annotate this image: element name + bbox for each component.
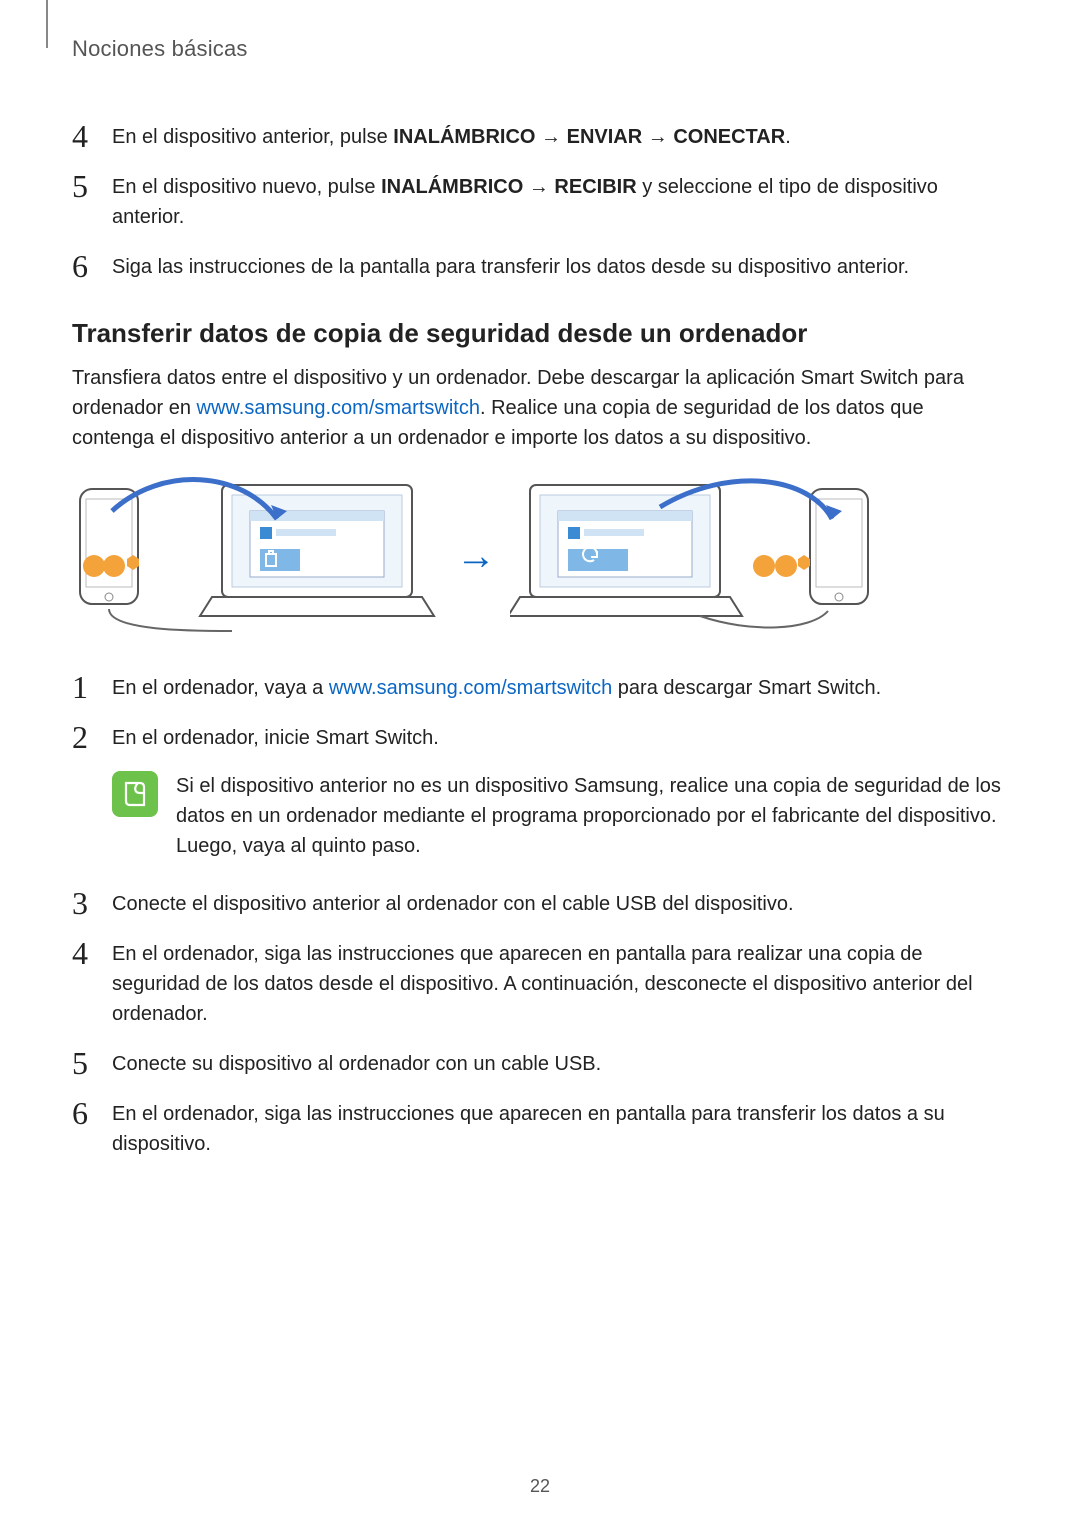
text: En el ordenador, vaya a [112, 677, 329, 699]
step-body: En el dispositivo anterior, pulse INALÁM… [112, 120, 1008, 152]
steps-bottom-2: 3 Conecte el dispositivo anterior al orde… [72, 887, 1008, 1159]
page-header: Nociones básicas [72, 36, 1008, 62]
step-number: 1 [72, 671, 106, 703]
step-item: 4En el ordenador, siga las instrucciones… [72, 937, 1008, 1029]
arrow-right-icon: → [456, 536, 496, 576]
text: . [785, 126, 791, 148]
note-text: Si el dispositivo anterior no es un disp… [176, 771, 1008, 861]
bold-text: CONECTAR [673, 126, 785, 148]
step-number: 3 [72, 887, 106, 919]
page-number: 22 [0, 1476, 1080, 1497]
bold-text: RECIBIR [554, 176, 636, 198]
step-body: En el ordenador, siga las instrucciones … [112, 937, 1008, 1029]
step-item: 6 Siga las instrucciones de la pantalla p… [72, 250, 1008, 282]
text: Conecte el dispositivo anterior al orden… [112, 893, 794, 915]
illustration-phone-to-laptop [72, 471, 442, 641]
step-item: 1En el ordenador, vaya a www.samsung.com… [72, 671, 1008, 703]
step-number: 4 [72, 120, 106, 152]
step-body: En el ordenador, siga las instrucciones … [112, 1097, 1008, 1159]
step-body: Conecte su dispositivo al ordenador con … [112, 1047, 1008, 1079]
steps-bottom-1: 1En el ordenador, vaya a www.samsung.com… [72, 671, 1008, 753]
note-icon [112, 771, 158, 817]
side-rule [46, 0, 48, 48]
intro-paragraph: Transfiera datos entre el dispositivo y … [72, 363, 1008, 453]
bold-text: ENVIAR [567, 126, 643, 148]
step-body: En el dispositivo nuevo, pulse INALÁMBRI… [112, 170, 1008, 232]
note-callout: Si el dispositivo anterior no es un disp… [112, 771, 1008, 861]
step-number: 2 [72, 721, 106, 753]
text: En el ordenador, siga las instrucciones … [112, 943, 973, 1025]
text: Conecte su dispositivo al ordenador con … [112, 1053, 601, 1075]
text: → [536, 126, 567, 148]
text: → [642, 126, 673, 148]
step-body: En el ordenador, inicie Smart Switch. [112, 721, 1008, 753]
step-number: 5 [72, 1047, 106, 1079]
text: para descargar Smart Switch. [612, 677, 881, 699]
step-number: 5 [72, 170, 106, 202]
text: → [523, 176, 554, 198]
step-item: 5En el dispositivo nuevo, pulse INALÁMBR… [72, 170, 1008, 232]
step-item: 2 En el ordenador, inicie Smart Switch. [72, 721, 1008, 753]
text: En el ordenador, siga las instrucciones … [112, 1103, 945, 1155]
text: En el dispositivo nuevo, pulse [112, 176, 381, 198]
step-body: Siga las instrucciones de la pantalla pa… [112, 250, 1008, 282]
smartswitch-link[interactable]: www.samsung.com/smartswitch [197, 397, 480, 419]
inline-link[interactable]: www.samsung.com/smartswitch [329, 677, 612, 699]
bold-text: INALÁMBRICO [393, 126, 535, 148]
steps-top: 4En el dispositivo anterior, pulse INALÁ… [72, 120, 1008, 282]
text: En el ordenador, inicie Smart Switch. [112, 727, 439, 749]
text: En el dispositivo anterior, pulse [112, 126, 393, 148]
step-number: 4 [72, 937, 106, 969]
bold-text: INALÁMBRICO [381, 176, 523, 198]
step-item: 3 Conecte el dispositivo anterior al orde… [72, 887, 1008, 919]
step-number: 6 [72, 1097, 106, 1129]
step-body: Conecte el dispositivo anterior al orden… [112, 887, 1008, 919]
step-number: 6 [72, 250, 106, 282]
subheading: Transferir datos de copia de seguridad d… [72, 318, 1008, 349]
step-body: En el ordenador, vaya a www.samsung.com/… [112, 671, 1008, 703]
illustration-laptop-to-phone [510, 471, 880, 641]
step-item: 5 Conecte su dispositivo al ordenador con… [72, 1047, 1008, 1079]
transfer-illustration: → [72, 471, 1008, 641]
step-item: 4En el dispositivo anterior, pulse INALÁ… [72, 120, 1008, 152]
step-item: 6En el ordenador, siga las instrucciones… [72, 1097, 1008, 1159]
text: Siga las instrucciones de la pantalla pa… [112, 256, 909, 278]
